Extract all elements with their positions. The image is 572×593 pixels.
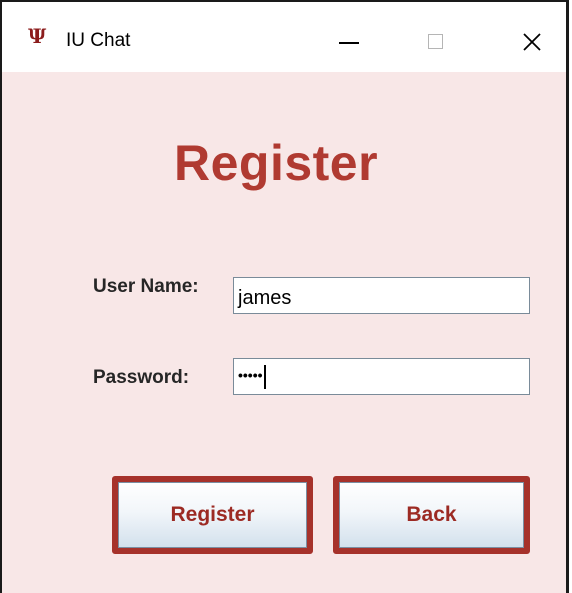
page-title: Register: [174, 135, 379, 191]
close-icon: [523, 33, 541, 51]
close-button[interactable]: [480, 2, 566, 72]
username-field[interactable]: james: [233, 277, 530, 314]
title-bar[interactable]: Ψ IU Chat: [2, 2, 566, 72]
register-panel: Register User Name: james Password: ••••…: [2, 72, 566, 593]
minimize-button[interactable]: [304, 2, 392, 72]
maximize-icon: [428, 34, 443, 49]
username-value: james: [238, 287, 292, 309]
back-button[interactable]: Back: [333, 476, 530, 554]
maximize-button[interactable]: [392, 2, 480, 72]
register-button[interactable]: Register: [112, 476, 313, 554]
username-label: User Name:: [93, 276, 199, 297]
window-title: IU Chat: [66, 30, 131, 51]
trident-icon: Ψ: [28, 24, 47, 48]
text-caret: [263, 364, 266, 389]
minimize-icon: [339, 42, 359, 44]
password-value: •••••: [238, 367, 263, 383]
password-field[interactable]: •••••: [233, 358, 530, 395]
app-window: Ψ IU Chat Register User Name: james Pass…: [0, 0, 569, 593]
password-label: Password:: [93, 367, 190, 388]
